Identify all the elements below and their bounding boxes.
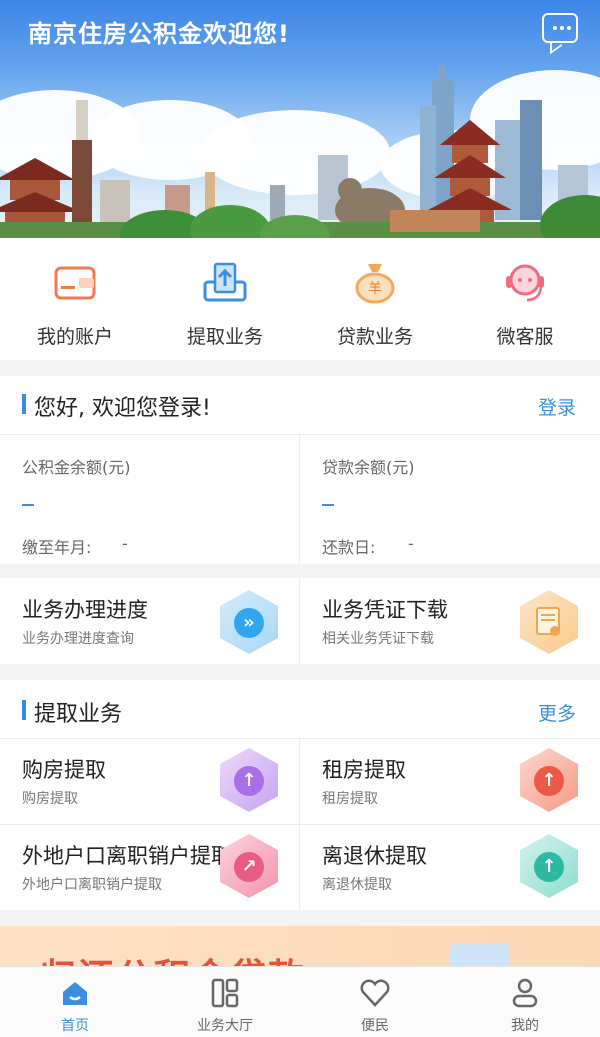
tab-label: 首页 [61,1018,89,1034]
repayment-day-label: 还款日: [322,538,376,557]
message-icon-dot [560,26,564,30]
share-arrow-icon: ↗ [234,852,264,882]
heart-icon [360,979,390,1007]
loan-balance-value [322,504,334,506]
money-bag-upload-icon: ↑ [520,748,578,812]
withdraw-title: 提取业务 [34,702,123,727]
quick-menu-label: 贷款业务 [336,326,413,348]
loan-balance-label: 贷款余额(元) [322,458,415,477]
header-banner: 南京住房公积金欢迎您! [0,0,600,238]
house-upload-icon: ↑ [220,748,278,812]
tab-service-hall[interactable]: 业务大厅 [150,967,300,1037]
card-progress[interactable]: 业务办理进度 业务办理进度查询 » [0,578,300,664]
card-title: 业务凭证下载 [322,598,448,622]
withdraw-icon [203,262,247,302]
paid-until-value: - [122,534,128,553]
card-subtitle: 业务办理进度查询 [22,631,134,647]
card-subtitle: 租房提取 [322,791,378,807]
welcome-section: 您好, 欢迎您登录! 登录 公积金余额(元) 缴至年月: - 贷款余额(元) 还… [0,376,600,564]
arrow-up-icon: ↑ [534,852,564,882]
card-subtitle: 离退休提取 [322,877,392,893]
tab-label: 我的 [511,1018,539,1034]
divider [299,434,300,564]
tab-home[interactable]: 首页 [0,967,150,1037]
tab-mine[interactable]: 我的 [450,967,600,1037]
app-title: 南京住房公积金欢迎您! [28,20,290,48]
arrow-up-icon: ↑ [234,766,264,796]
promo-banner[interactable]: 归还公积金贷款 [0,926,600,966]
home-icon [63,982,87,1005]
arrow-up-icon: ↑ [534,766,564,796]
card-title: 业务办理进度 [22,598,148,622]
service-cards: 业务办理进度 业务办理进度查询 » 业务凭证下载 相关业务凭证下载 [0,578,600,664]
card-title: 离退休提取 [322,844,427,868]
quick-menu-customer-service[interactable]: 微客服 [450,238,600,360]
quick-menu-withdraw[interactable]: 提取业务 [150,238,300,360]
card-title: 购房提取 [22,758,106,782]
welcome-title: 您好, 欢迎您登录! [34,396,211,421]
fund-balance-value [22,504,34,506]
section-marker [22,394,26,414]
quick-menu: 我的账户 提取业务 羊 贷款业务 微客服 [0,238,600,360]
card-subtitle: 购房提取 [22,791,78,807]
fund-balance-label: 公积金余额(元) [22,458,131,477]
promo-illustration [450,944,510,966]
tab-label: 便民 [361,1018,389,1034]
svg-text:羊: 羊 [368,281,382,297]
withdraw-item-nonlocal-resign[interactable]: 外地户口离职销户提取 外地户口离职销户提取 ↗ [0,824,300,910]
message-icon [553,26,557,30]
divider [0,434,600,435]
message-icon-dot [567,26,571,30]
card-title: 外地户口离职销户提取 [22,844,232,868]
tab-convenience[interactable]: 便民 [300,967,450,1037]
repayment-day-value: - [408,534,414,553]
withdraw-item-house-purchase[interactable]: 购房提取 购房提取 ↑ [0,738,300,824]
quick-menu-my-account[interactable]: 我的账户 [0,238,150,360]
withdraw-item-retirement[interactable]: 离退休提取 离退休提取 ↑ [300,824,600,910]
quick-menu-loan[interactable]: 羊 贷款业务 [300,238,450,360]
section-marker [22,700,26,720]
paid-until-label: 缴至年月: [22,538,92,557]
cup-upload-icon: ↑ [520,834,578,898]
withdraw-section: 提取业务 更多 购房提取 购房提取 ↑ 租房提取 租房提取 ↑ 外地户口离职销户… [0,680,600,910]
message-button[interactable] [542,13,578,43]
quick-menu-label: 提取业务 [186,326,263,348]
certificate-icon [520,590,578,654]
more-link[interactable]: 更多 [538,699,576,726]
double-chevron-icon: » [234,608,264,638]
wallet-icon [54,266,96,300]
login-link[interactable]: 登录 [538,393,576,420]
money-bag-icon: 羊 [355,264,395,304]
quick-menu-label: 我的账户 [36,326,113,348]
card-certificate[interactable]: 业务凭证下载 相关业务凭证下载 [300,578,600,664]
tab-label: 业务大厅 [197,1018,253,1034]
city-skyline-illustration [0,65,600,238]
withdraw-item-rent[interactable]: 租房提取 租房提取 ↑ [300,738,600,824]
card-subtitle: 外地户口离职销户提取 [22,877,162,893]
quick-menu-label: 微客服 [496,326,554,348]
card-title: 租房提取 [322,758,406,782]
grid-icon [211,978,239,1008]
bottom-tab-bar: 首页 业务大厅 便民 我的 [0,966,600,1037]
promo-text: 归还公积金贷款 [40,948,306,966]
document-icon [536,607,560,636]
card-subtitle: 相关业务凭证下载 [322,631,434,647]
person-icon [512,978,538,1008]
app-root: 南京住房公积金欢迎您! 我的账户 提取业务 羊 贷款业务 微客服 您好, 欢迎您… [0,0,600,1037]
progress-icon: » [220,590,278,654]
customer-service-icon [506,264,544,302]
